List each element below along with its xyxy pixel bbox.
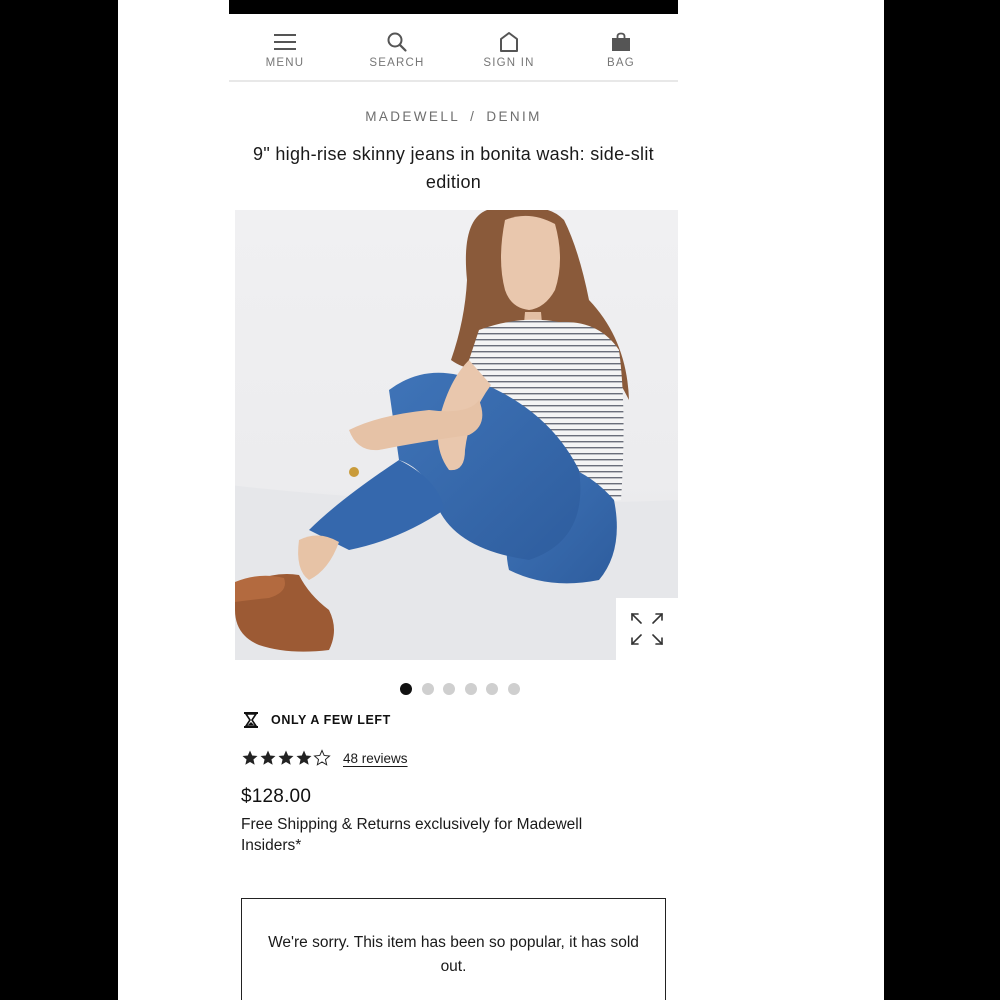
stock-status: ONLY A FEW LEFT bbox=[243, 710, 391, 730]
image-carousel-pagination bbox=[229, 683, 678, 697]
carousel-dot-1[interactable] bbox=[400, 683, 412, 695]
expand-image-button[interactable] bbox=[616, 598, 678, 660]
hourglass-icon bbox=[244, 712, 258, 728]
photo-left-edge bbox=[229, 210, 235, 660]
product-title: 9" high-rise skinny jeans in bonita wash… bbox=[253, 144, 654, 192]
stock-message: ONLY A FEW LEFT bbox=[271, 713, 391, 727]
shopping-bag-icon bbox=[612, 32, 630, 51]
rating-stars bbox=[241, 749, 331, 767]
top-navigation: MENU SEARCH SIGN IN BAG bbox=[229, 14, 678, 82]
user-icon bbox=[500, 32, 518, 52]
product-photo-illustration bbox=[229, 210, 678, 660]
star-empty-icon bbox=[313, 749, 331, 766]
star-filled-icon bbox=[242, 750, 258, 765]
status-bar bbox=[229, 0, 678, 14]
sign-in-label: SIGN IN bbox=[483, 57, 535, 69]
breadcrumb: MADEWELL / DENIM bbox=[229, 109, 678, 124]
left-black-border bbox=[0, 0, 118, 1000]
hamburger-icon bbox=[274, 34, 296, 50]
carousel-dot-3[interactable] bbox=[443, 683, 455, 695]
star-filled-icon bbox=[260, 750, 276, 765]
search-button[interactable]: SEARCH bbox=[357, 30, 437, 69]
expand-icon bbox=[631, 613, 663, 645]
sold-out-message: We're sorry. This item has been so popul… bbox=[268, 934, 639, 975]
breadcrumb-separator: / bbox=[470, 109, 477, 124]
right-black-border bbox=[884, 0, 1000, 1000]
menu-label: MENU bbox=[265, 57, 305, 69]
search-icon bbox=[387, 32, 407, 52]
bag-button[interactable]: BAG bbox=[581, 30, 661, 69]
carousel-dot-5[interactable] bbox=[486, 683, 498, 695]
product-rating: 48 reviews bbox=[241, 746, 408, 770]
shipping-note: Free Shipping & Returns exclusively for … bbox=[241, 816, 583, 854]
sold-out-notice: We're sorry. This item has been so popul… bbox=[241, 898, 666, 1000]
carousel-dot-2[interactable] bbox=[422, 683, 434, 695]
product-price: $128.00 bbox=[241, 786, 312, 807]
breadcrumb-brand-link[interactable]: MADEWELL bbox=[365, 109, 460, 124]
carousel-dot-6[interactable] bbox=[508, 683, 520, 695]
search-label: SEARCH bbox=[369, 57, 425, 69]
breadcrumb-category-link[interactable]: DENIM bbox=[486, 109, 542, 124]
carousel-dot-4[interactable] bbox=[465, 683, 477, 695]
mobile-page: MENU SEARCH SIGN IN BAG MADEWELL / DENIM 9… bbox=[229, 0, 678, 1000]
star-filled-icon bbox=[296, 750, 312, 765]
bag-label: BAG bbox=[607, 57, 635, 69]
reviews-link[interactable]: 48 reviews bbox=[343, 751, 408, 766]
menu-button[interactable]: MENU bbox=[245, 30, 325, 69]
product-image[interactable] bbox=[229, 210, 678, 660]
star-filled-icon bbox=[278, 750, 294, 765]
sign-in-button[interactable]: SIGN IN bbox=[469, 30, 549, 69]
